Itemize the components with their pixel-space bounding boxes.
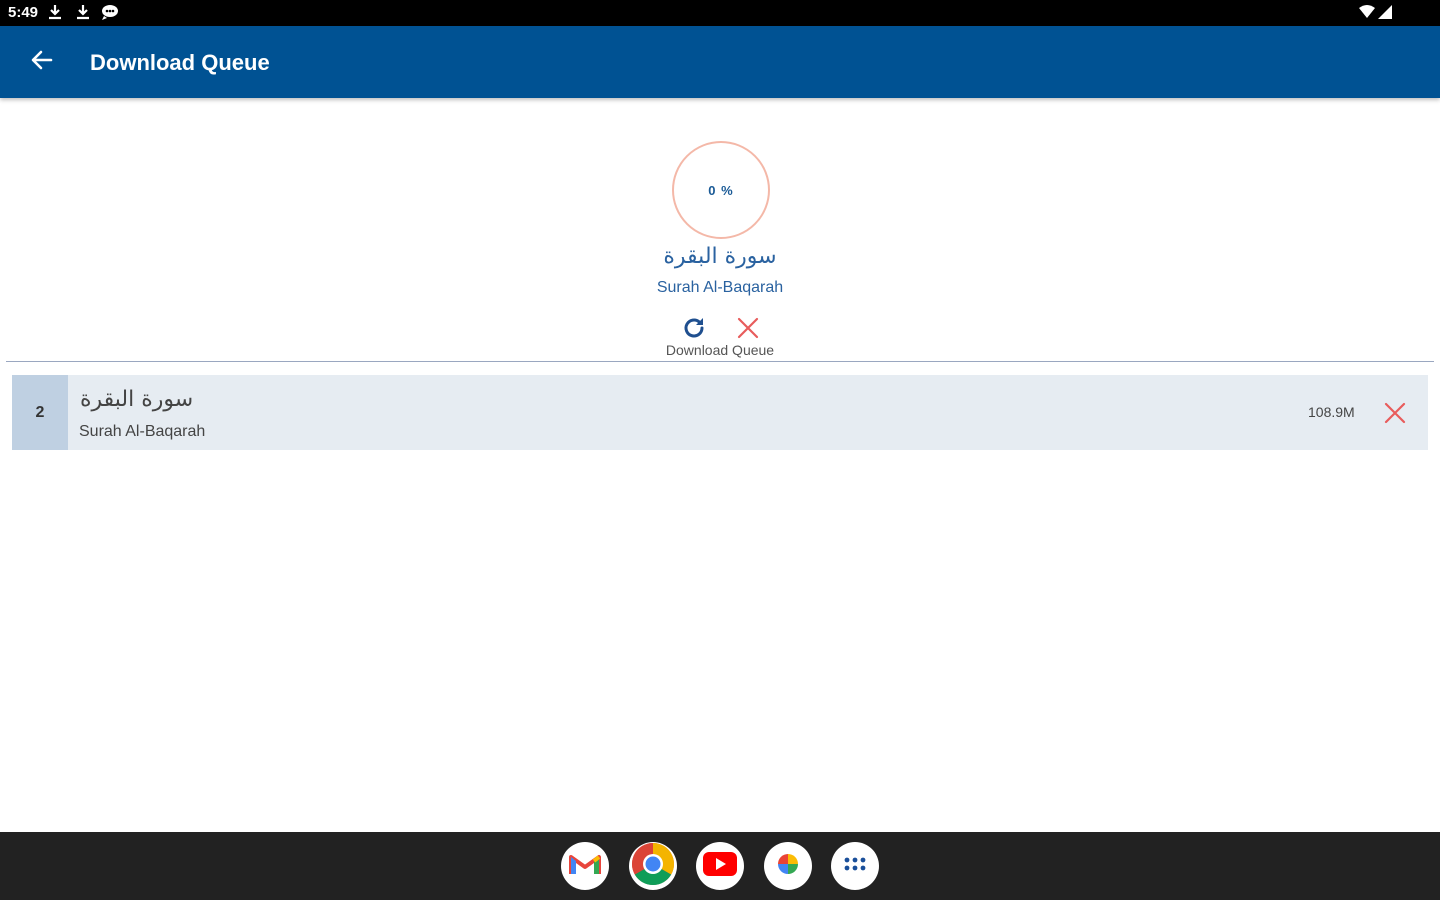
signal-icon	[1377, 4, 1393, 24]
download-icon	[48, 4, 62, 24]
cancel-download-button[interactable]	[734, 314, 762, 342]
current-download: 0 % سورة البقرة Surah Al-Baqarah Downloa…	[0, 98, 1440, 362]
queue-title-arabic: سورة البقرة	[80, 387, 194, 412]
youtube-icon	[703, 852, 737, 880]
queue-file-size: 108.9M	[1308, 404, 1355, 420]
current-actions	[678, 314, 762, 342]
photos-icon	[771, 847, 805, 885]
chat-icon	[101, 4, 119, 24]
retry-button[interactable]	[680, 314, 708, 342]
divider	[6, 361, 1434, 362]
app-drawer[interactable]	[831, 842, 879, 890]
remove-from-queue-button[interactable]	[1382, 400, 1408, 426]
queue-title-english: Surah Al-Baqarah	[79, 423, 206, 440]
queue-index: 2	[12, 375, 68, 450]
gmail-app[interactable]	[561, 842, 609, 890]
current-title-arabic: سورة البقرة	[663, 244, 777, 269]
download-queue-caption: Download Queue	[665, 342, 775, 358]
chrome-app[interactable]	[629, 842, 677, 890]
page-title: Download Queue	[90, 50, 270, 75]
gmail-icon	[569, 852, 601, 880]
progress-percent: 0 %	[708, 182, 734, 198]
close-icon	[1382, 402, 1408, 430]
youtube-app[interactable]	[696, 842, 744, 890]
status-bar: 5:49	[0, 0, 1440, 26]
arrow-left-icon	[31, 50, 53, 74]
wifi-icon	[1358, 4, 1376, 24]
back-button[interactable]	[24, 44, 60, 80]
app-bar: Download Queue	[0, 26, 1440, 98]
queue-list-item[interactable]: 2 سورة البقرة Surah Al-Baqarah 108.9M	[12, 375, 1428, 450]
current-title-english: Surah Al-Baqarah	[656, 279, 784, 296]
download-icon	[76, 4, 90, 24]
status-time: 5:49	[8, 4, 39, 21]
photos-app[interactable]	[764, 842, 812, 890]
progress-ring: 0 %	[672, 141, 770, 239]
chrome-icon	[631, 842, 675, 890]
taskbar	[0, 832, 1440, 900]
app-drawer-icon	[844, 856, 866, 876]
